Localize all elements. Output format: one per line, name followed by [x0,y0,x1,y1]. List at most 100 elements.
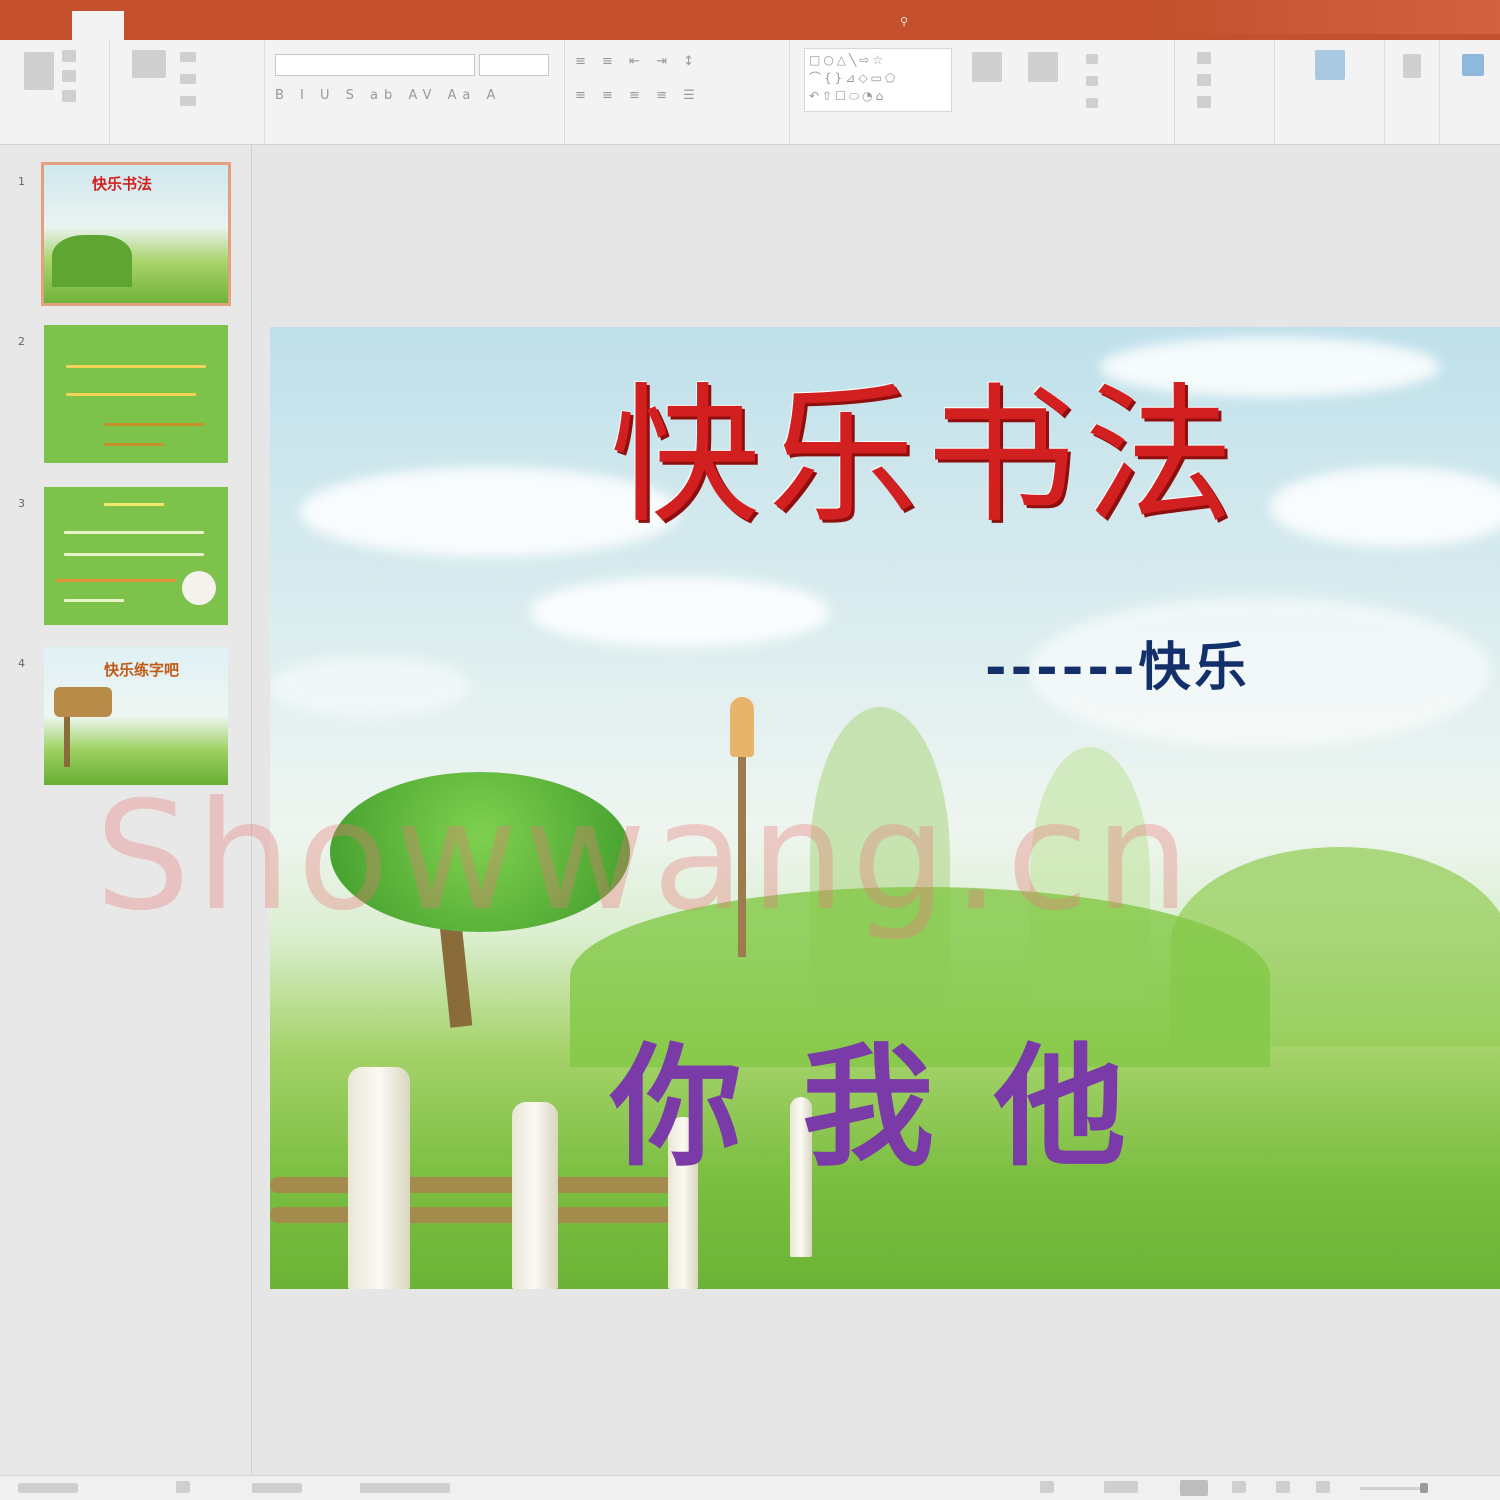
tab-developer[interactable] [566,10,606,34]
share-icon[interactable] [1315,50,1345,80]
section-icon[interactable] [180,96,196,106]
new-slide-icon[interactable] [132,50,166,78]
thumb-tree [52,235,132,287]
ribbon-tab-bar: ⚲ [0,0,1500,40]
thumb-text-line [104,503,164,506]
quick-styles-icon[interactable] [1028,52,1058,82]
tab-insert[interactable] [134,10,174,34]
fence-post [348,1067,410,1289]
thumb-text-line [56,579,176,582]
editing-group [1175,40,1275,144]
thumb-text-line [64,553,204,556]
slide-pronouns-text[interactable]: 你我他 [610,1042,1186,1174]
lightbulb-icon: ⚲ [900,15,909,28]
tab-addins[interactable] [618,10,662,34]
tab-file[interactable] [22,10,62,34]
format-painter-icon[interactable] [62,90,76,102]
tab-transitions[interactable] [244,10,284,34]
extra-group-1 [1385,40,1440,144]
thumb-text-line [66,393,196,396]
thumb-number: 2 [18,335,25,348]
cut-icon[interactable] [62,50,76,62]
slide-sorter-icon[interactable] [1232,1481,1246,1493]
thumb-number: 3 [18,497,25,510]
spell-check-icon[interactable] [176,1481,190,1493]
lamp-head [730,697,754,757]
thumb-title: 快乐书法 [92,175,153,193]
tab-home[interactable] [72,11,124,40]
cloud-icon[interactable] [1462,54,1484,76]
layout-icon[interactable] [180,52,196,62]
font-format-buttons[interactable]: B I U S ab AV Aa A [275,88,501,103]
accessibility-indicator [360,1483,450,1493]
thumb-text-line [104,423,204,426]
slide-count-indicator [18,1483,78,1493]
comments-icon[interactable] [1104,1481,1138,1493]
shape-outline-icon[interactable] [1086,76,1098,86]
thumb-post [64,717,70,767]
slide-thumbnail-2[interactable] [44,325,228,463]
thumb-sign [54,687,112,717]
slides-group [110,40,265,144]
palm-canopy [330,772,630,932]
thumb-text-line [66,365,206,368]
shape-fill-icon[interactable] [1086,54,1098,64]
thumb-text-line [64,599,124,602]
list-buttons[interactable]: ≡ ≡ ⇤ ⇥ ↕ [575,54,700,69]
thumb-text-line [64,531,204,534]
addin-icon[interactable] [1403,54,1421,78]
reading-view-icon[interactable] [1276,1481,1290,1493]
font-size-field[interactable] [479,54,549,76]
tab-view[interactable] [508,10,552,34]
align-buttons[interactable]: ≡ ≡ ≡ ≡ ☰ [575,88,701,103]
slideshow-view-icon[interactable] [1316,1481,1330,1493]
cloud [530,577,830,647]
slide-title[interactable]: 快乐书法 [610,382,1242,532]
shape-effects-icon[interactable] [1086,98,1098,108]
notes-icon[interactable] [1040,1481,1054,1493]
fence-post [512,1102,558,1289]
normal-view-icon[interactable] [1180,1480,1208,1496]
cloud [1270,467,1500,547]
tab-help[interactable] [676,10,720,34]
slide-thumbnail-4[interactable]: 快乐练字吧 [44,647,228,785]
slide-thumbnail-3[interactable] [44,487,228,625]
find-icon[interactable] [1197,52,1211,64]
tell-me-box[interactable]: ⚲ [900,10,908,34]
extra-group-2 [1440,40,1500,144]
select-icon[interactable] [1197,96,1211,108]
tab-review[interactable] [415,10,495,34]
font-name-field[interactable] [275,54,475,76]
replace-icon[interactable] [1197,74,1211,86]
paragraph-group: ≡ ≡ ⇤ ⇥ ↕ ≡ ≡ ≡ ≡ ☰ [565,40,790,144]
paste-icon[interactable] [24,52,54,90]
tab-pdf[interactable] [732,10,796,34]
lamp-post [738,757,746,957]
slide-subtitle[interactable]: ------快乐 [985,642,1251,694]
status-bar [0,1475,1500,1500]
tab-design[interactable] [188,10,228,34]
thumb-number: 1 [18,175,25,188]
drawing-group: □○△╲⇨☆ ⌒{}⊿◇▭⬠ ↶⇧☐⬭◔⌂ [790,40,1175,144]
zoom-slider-thumb[interactable] [1420,1483,1428,1493]
slide-canvas[interactable]: 快乐书法 ------快乐 你我他 [270,327,1500,1289]
clipboard-group [0,40,110,144]
thumb-number: 4 [18,657,25,670]
slide-thumbnail-pane[interactable]: 1 快乐书法 2 3 4 快乐练字吧 [0,145,252,1475]
font-group: B I U S ab AV Aa A [265,40,565,144]
tab-animations[interactable] [298,10,342,34]
fence-rail [270,1207,690,1223]
slide-thumbnail-1[interactable]: 快乐书法 [41,162,231,306]
share-group [1275,40,1385,144]
arrange-icon[interactable] [972,52,1002,82]
tab-slideshow[interactable] [356,10,400,34]
thumb-clipart [182,571,216,605]
zoom-slider[interactable] [1360,1487,1420,1490]
reset-icon[interactable] [180,74,196,84]
shapes-gallery[interactable]: □○△╲⇨☆ ⌒{}⊿◇▭⬠ ↶⇧☐⬭◔⌂ [804,48,952,112]
ribbon: B I U S ab AV Aa A ≡ ≡ ⇤ ⇥ ↕ ≡ ≡ ≡ ≡ ☰ □… [0,40,1500,145]
cloud [270,657,470,717]
tab-extra[interactable] [812,10,874,34]
copy-icon[interactable] [62,70,76,82]
thumb-title: 快乐练字吧 [104,661,180,679]
